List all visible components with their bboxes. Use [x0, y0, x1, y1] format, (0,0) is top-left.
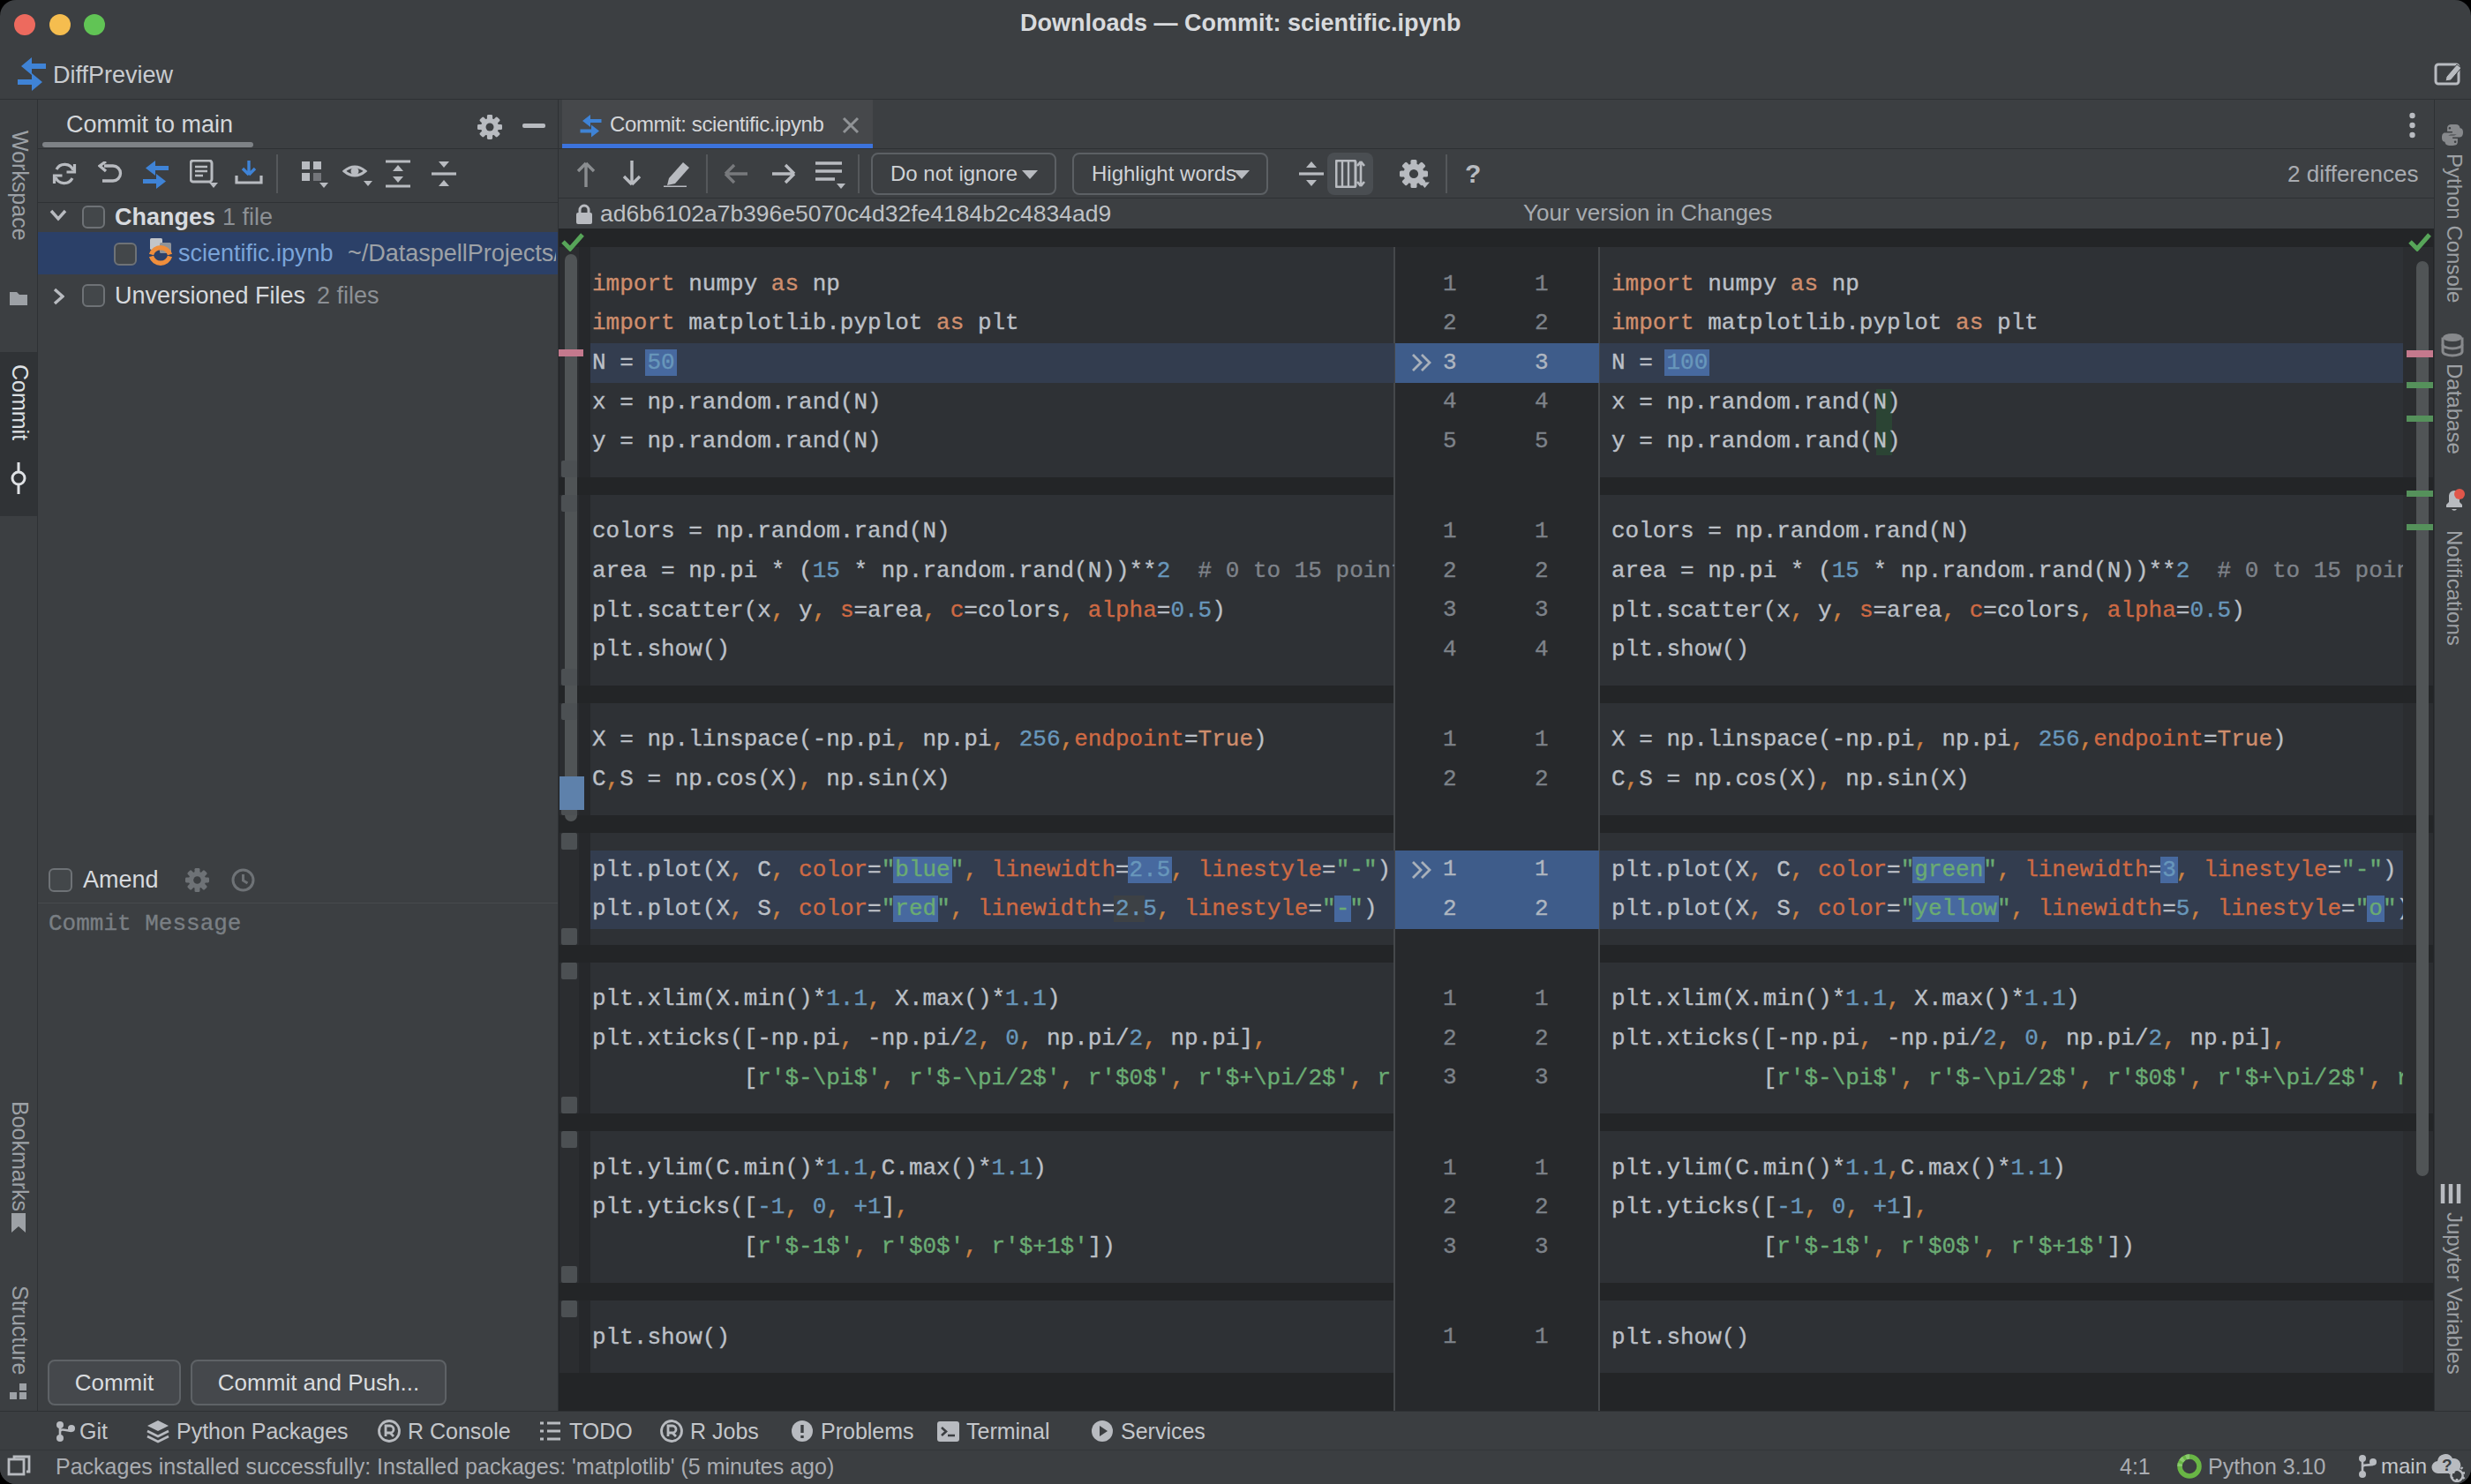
svg-text:?: ?: [2442, 1456, 2452, 1474]
